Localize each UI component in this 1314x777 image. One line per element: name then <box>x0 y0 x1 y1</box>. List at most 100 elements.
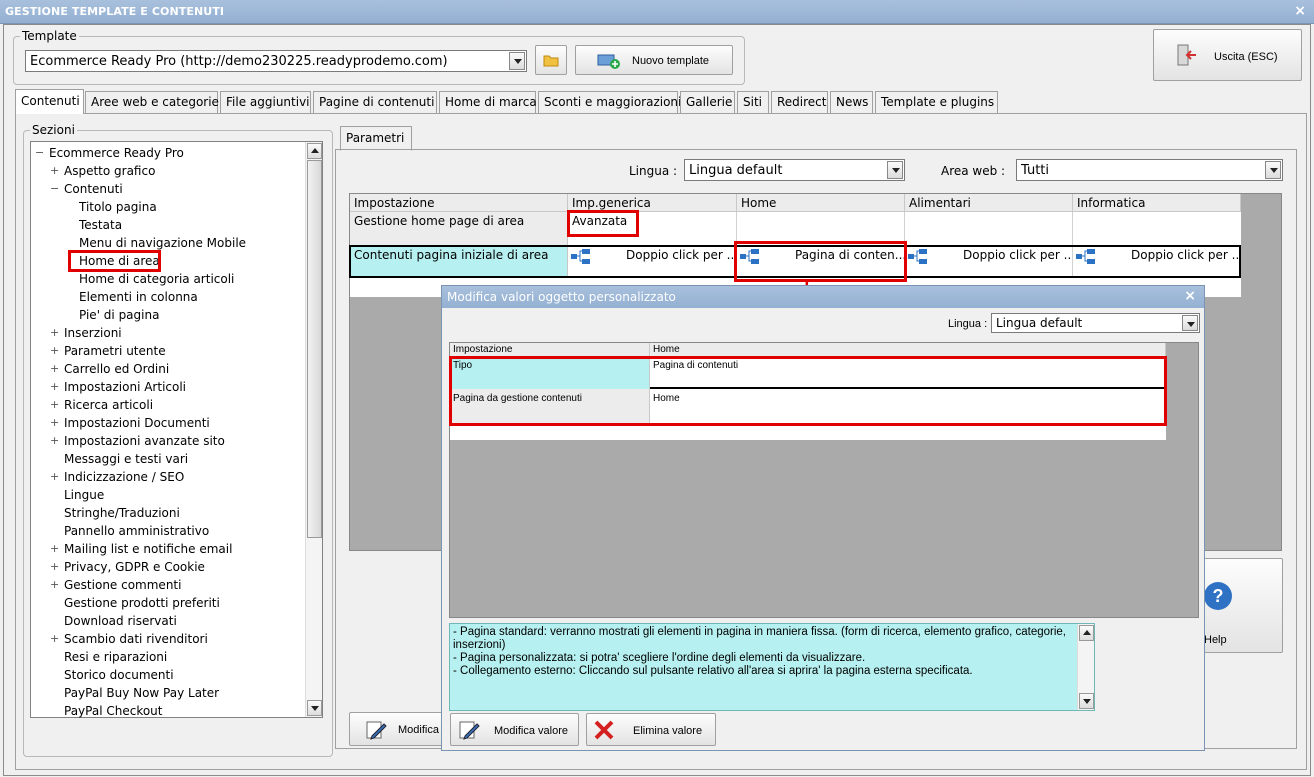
col-informatica[interactable]: Informatica <box>1073 194 1241 212</box>
expand-icon[interactable]: + <box>50 558 59 576</box>
modify-button[interactable]: Modifica <box>349 712 449 746</box>
tree-item[interactable]: Aspetto grafico <box>64 162 155 180</box>
cell-gestione-informatica[interactable] <box>1073 212 1241 246</box>
lingua-select[interactable]: Lingua default <box>684 159 905 181</box>
tree-item[interactable]: Resi e riparazioni <box>64 648 167 666</box>
tree-item[interactable]: Pie' di pagina <box>79 306 159 324</box>
chevron-down-icon[interactable] <box>887 161 903 179</box>
dialog-col-impostazione[interactable]: Impostazione <box>450 343 650 357</box>
tree-item[interactable]: Inserzioni <box>64 324 122 342</box>
expand-icon[interactable]: + <box>50 630 59 648</box>
expand-icon[interactable]: + <box>50 576 59 594</box>
tree-item[interactable]: Gestione prodotti preferiti <box>64 594 220 612</box>
area-web-label: Area web : <box>941 164 1006 178</box>
tree-item[interactable]: PayPal Buy Now Pay Later <box>64 684 219 702</box>
expand-icon[interactable]: + <box>50 414 59 432</box>
tree-item[interactable]: Impostazioni Documenti <box>64 414 210 432</box>
tab-contenuti[interactable]: Contenuti <box>15 89 84 114</box>
tree-item[interactable]: Titolo pagina <box>79 198 157 216</box>
expand-icon[interactable]: + <box>50 324 59 342</box>
expand-icon[interactable]: + <box>50 396 59 414</box>
chevron-down-icon[interactable] <box>1265 161 1281 179</box>
dialog-empty-row <box>650 425 1166 440</box>
tab-template-plugins[interactable]: Template e plugins <box>875 91 998 113</box>
scroll-down-icon[interactable] <box>1079 693 1094 709</box>
expand-icon[interactable]: + <box>50 162 59 180</box>
tab-redirect[interactable]: Redirect <box>771 91 828 113</box>
col-alimentari[interactable]: Alimentari <box>905 194 1073 212</box>
tree-item[interactable]: Ecommerce Ready Pro <box>49 144 184 162</box>
expand-icon[interactable]: + <box>50 360 59 378</box>
tree-item[interactable]: Testata <box>79 216 122 234</box>
dialog-delete-label: Elimina valore <box>633 725 703 737</box>
tab-parametri[interactable]: Parametri <box>340 126 412 151</box>
tree-item[interactable]: Messaggi e testi vari <box>64 450 188 468</box>
dialog-close-icon[interactable]: × <box>1184 288 1196 304</box>
collapse-icon[interactable]: − <box>35 144 44 162</box>
tree-item[interactable]: Home di categoria articoli <box>79 270 234 288</box>
tree-item[interactable]: Parametri utente <box>64 342 166 360</box>
dialog-titlebar: Modifica valori oggetto personalizzato × <box>442 286 1204 308</box>
dialog-info-box[interactable]: - Pagina standard: verranno mostrati gli… <box>449 623 1095 711</box>
scroll-up-icon[interactable] <box>307 143 322 159</box>
expand-icon[interactable]: + <box>50 342 59 360</box>
tree-item[interactable]: Privacy, GDPR e Cookie <box>64 558 205 576</box>
scroll-thumb[interactable] <box>307 160 322 538</box>
dialog-lingua-label: Lingua : <box>948 318 988 330</box>
new-template-button[interactable]: Nuovo template <box>575 45 733 75</box>
tree-item[interactable]: Ricerca articoli <box>64 396 153 414</box>
col-impostazione[interactable]: Impostazione <box>350 194 568 212</box>
dialog-col-home[interactable]: Home <box>650 343 1166 357</box>
row-gestione-name[interactable]: Gestione home page di area <box>350 212 568 246</box>
cell-gestione-alimentari[interactable] <box>905 212 1073 246</box>
tree-item[interactable]: Scambio dati rivenditori <box>64 630 208 648</box>
tree-item[interactable]: Contenuti <box>64 180 123 198</box>
tree-scrollbar[interactable] <box>305 142 322 717</box>
chevron-down-icon[interactable] <box>509 52 525 70</box>
help-label: Help <box>1204 634 1227 646</box>
col-home[interactable]: Home <box>737 194 905 212</box>
close-window-icon[interactable]: × <box>1294 3 1306 19</box>
template-select[interactable]: Ecommerce Ready Pro (http://demo230225.r… <box>25 50 527 72</box>
tree-item[interactable]: Stringhe/Traduzioni <box>64 504 180 522</box>
tab-gallerie[interactable]: Gallerie <box>680 91 735 113</box>
sections-tree[interactable]: − Ecommerce Ready Pro + Aspetto grafico − Con… <box>30 141 323 718</box>
tab-home-marca[interactable]: Home di marca <box>439 91 537 113</box>
area-web-select[interactable]: Tutti <box>1016 159 1283 181</box>
tab-news[interactable]: News <box>830 91 873 113</box>
tab-aree-web[interactable]: Aree web e categorie <box>85 91 219 113</box>
tree-item[interactable]: Storico documenti <box>64 666 174 684</box>
expand-icon[interactable]: + <box>50 378 59 396</box>
tree-item[interactable]: Mailing list e notifiche email <box>64 540 232 558</box>
tree-item[interactable]: Elementi in colonna <box>79 288 198 306</box>
tree-item[interactable]: Pannello amministrativo <box>64 522 209 540</box>
expand-icon[interactable]: + <box>50 432 59 450</box>
scroll-down-icon[interactable] <box>307 700 322 716</box>
info-scrollbar[interactable] <box>1077 624 1094 710</box>
dialog-lingua-select[interactable]: Lingua default <box>991 313 1200 333</box>
chevron-down-icon[interactable] <box>1182 315 1198 331</box>
expand-icon[interactable]: + <box>50 468 59 486</box>
tab-pagine-contenuti[interactable]: Pagine di contenuti <box>313 91 437 113</box>
sections-legend: Sezioni <box>32 123 75 137</box>
tree-item[interactable]: Indicizzazione / SEO <box>64 468 184 486</box>
scroll-up-icon[interactable] <box>1079 625 1094 641</box>
dialog-modify-button[interactable]: Modifica valore <box>450 713 579 746</box>
collapse-icon[interactable]: − <box>50 180 59 198</box>
expand-icon[interactable]: + <box>50 540 59 558</box>
tree-item[interactable]: Impostazioni Articoli <box>64 378 186 396</box>
tree-item[interactable]: Gestione commenti <box>64 576 181 594</box>
tab-sconti[interactable]: Sconti e maggiorazioni <box>538 91 681 113</box>
exit-button[interactable]: Uscita (ESC) <box>1153 29 1302 81</box>
open-folder-button[interactable] <box>535 45 567 75</box>
tab-siti[interactable]: Siti <box>737 91 769 113</box>
tree-item[interactable]: Carrello ed Ordini <box>64 360 169 378</box>
dialog-title: Modifica valori oggetto personalizzato <box>447 290 676 304</box>
tree-item[interactable]: PayPal Checkout <box>64 702 163 720</box>
dialog-delete-button[interactable]: Elimina valore <box>586 713 716 746</box>
tree-item[interactable]: Lingue <box>64 486 104 504</box>
tab-file-aggiuntivi[interactable]: File aggiuntivi <box>220 91 311 113</box>
tree-item[interactable]: Download riservati <box>64 612 177 630</box>
tree-item[interactable]: Impostazioni avanzate sito <box>64 432 225 450</box>
template-select-value: Ecommerce Ready Pro (http://demo230225.r… <box>30 54 448 69</box>
